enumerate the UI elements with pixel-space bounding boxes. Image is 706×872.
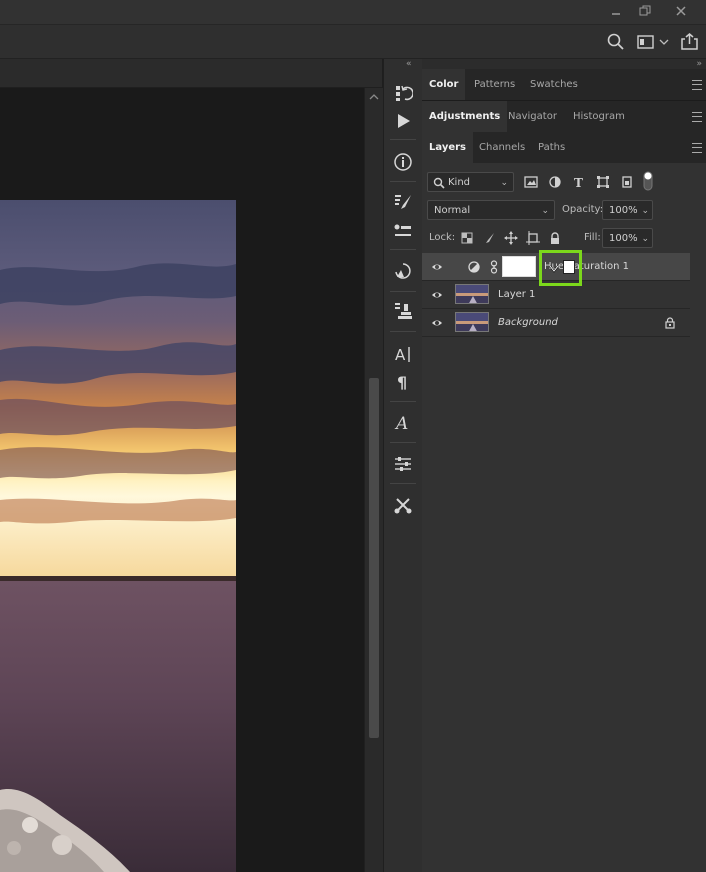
chevron-down-icon[interactable]: ⌄ <box>641 201 649 221</box>
canvas-vertical-scrollbar[interactable] <box>364 88 383 872</box>
filter-kind-label: Kind <box>448 177 471 188</box>
scrollbar-thumb[interactable] <box>369 378 379 738</box>
lock-position-icon[interactable] <box>502 228 520 248</box>
hue-saturation-adjustment-icon <box>468 261 480 273</box>
clone-source-icon[interactable] <box>391 259 415 283</box>
fill-input[interactable]: 100% ⌄ <box>602 228 653 248</box>
info-icon[interactable] <box>391 150 415 174</box>
tab-patterns[interactable]: Patterns <box>467 69 522 100</box>
tab-navigator[interactable]: Navigator <box>501 101 564 132</box>
opacity-label: Opacity: <box>562 204 604 215</box>
workspace-icon[interactable] <box>636 32 656 52</box>
layer-thumbnail <box>455 312 489 332</box>
lock-label: Lock: <box>429 232 456 243</box>
layer-name[interactable]: Layer 1 <box>498 281 535 308</box>
blend-mode-select[interactable]: Normal ⌄ <box>427 200 555 220</box>
opacity-input[interactable]: 100% ⌄ <box>602 200 653 220</box>
history-icon[interactable] <box>391 81 415 105</box>
paragraph-icon[interactable]: ¶ <box>391 370 415 394</box>
chevron-down-icon: ⌄ <box>500 178 508 188</box>
scroll-up-icon[interactable] <box>368 92 380 105</box>
shape-layer-filter-icon[interactable] <box>594 172 612 192</box>
eye-icon[interactable] <box>431 289 443 301</box>
lock-image-pixels-icon[interactable] <box>480 228 498 248</box>
lock-all-icon[interactable] <box>546 228 564 248</box>
title-bar <box>0 0 706 25</box>
mask-cursor-icon <box>563 260 575 274</box>
collapse-left-icon[interactable]: « <box>406 59 412 69</box>
chevron-down-icon[interactable] <box>658 32 670 52</box>
tab-channels[interactable]: Channels <box>472 132 532 163</box>
layer-mask-thumbnail[interactable] <box>502 256 536 277</box>
lock-artboard-icon[interactable] <box>524 228 542 248</box>
fill-value: 100% <box>609 233 638 244</box>
svg-text:A: A <box>394 414 408 433</box>
tab-paths[interactable]: Paths <box>531 132 572 163</box>
character-icon[interactable]: A <box>391 342 415 366</box>
link-icon[interactable] <box>490 260 498 274</box>
tab-histogram[interactable]: Histogram <box>566 101 632 132</box>
minimize-icon[interactable] <box>601 0 631 22</box>
document-tab-strip <box>0 59 382 88</box>
svg-text:T: T <box>574 176 583 188</box>
collapsed-panel-dock: « A ¶ A <box>383 59 423 872</box>
eye-icon[interactable] <box>431 317 443 329</box>
adjustments-panel-group: Adjustments Navigator Histogram <box>422 101 706 133</box>
restore-icon[interactable] <box>630 0 660 22</box>
glyphs-icon[interactable]: A <box>391 411 415 435</box>
color-panel-group: Color Patterns Swatches <box>422 69 706 101</box>
search-icon[interactable] <box>606 32 626 52</box>
pixel-layer-filter-icon[interactable] <box>522 172 540 192</box>
share-icon[interactable] <box>680 32 700 52</box>
opacity-value: 100% <box>609 205 638 216</box>
close-icon[interactable] <box>666 0 696 22</box>
highlight-box <box>539 250 582 286</box>
tools-icon[interactable] <box>391 493 415 517</box>
filter-toggle-icon[interactable] <box>641 170 655 192</box>
svg-text:¶: ¶ <box>397 373 407 392</box>
layer-filter-kind-select[interactable]: Kind ⌄ <box>427 172 514 192</box>
adjustment-layer-filter-icon[interactable] <box>546 172 564 192</box>
panels-area: » Color Patterns Swatches Adjustments Na… <box>422 59 706 872</box>
document-canvas[interactable] <box>0 88 364 872</box>
tab-color[interactable]: Color <box>422 69 466 100</box>
sunset-photo <box>0 200 236 872</box>
smart-object-filter-icon[interactable] <box>618 172 636 192</box>
blend-mode-label: Normal <box>434 205 471 216</box>
panel-menu-icon[interactable] <box>692 143 702 153</box>
layers-panel-group: Layers Channels Paths <box>422 132 706 164</box>
type-layer-filter-icon[interactable]: T <box>570 172 588 192</box>
play-actions-icon[interactable] <box>391 109 415 133</box>
eye-icon[interactable] <box>431 261 443 273</box>
search-icon <box>433 177 445 189</box>
tool-presets-icon[interactable] <box>391 299 415 323</box>
svg-text:A: A <box>395 346 406 364</box>
layer-thumbnail <box>455 284 489 304</box>
layer-row-background[interactable]: Background <box>422 309 690 337</box>
brush-presets-icon[interactable] <box>391 219 415 243</box>
lock-transparent-pixels-icon[interactable] <box>458 228 476 248</box>
properties-icon[interactable] <box>391 452 415 476</box>
tab-layers[interactable]: Layers <box>422 132 473 163</box>
chevron-down-icon[interactable]: ⌄ <box>641 229 649 249</box>
cursor-icon <box>549 265 559 273</box>
tab-adjustments[interactable]: Adjustments <box>422 101 508 132</box>
fill-label: Fill: <box>584 232 601 243</box>
panel-menu-icon[interactable] <box>692 112 702 122</box>
lock-icon <box>665 317 675 329</box>
brush-settings-icon[interactable] <box>391 191 415 215</box>
tab-swatches[interactable]: Swatches <box>523 69 585 100</box>
layer-name[interactable]: Background <box>498 309 558 336</box>
panel-menu-icon[interactable] <box>692 80 702 90</box>
chevron-down-icon: ⌄ <box>541 206 549 216</box>
options-bar <box>0 25 706 59</box>
